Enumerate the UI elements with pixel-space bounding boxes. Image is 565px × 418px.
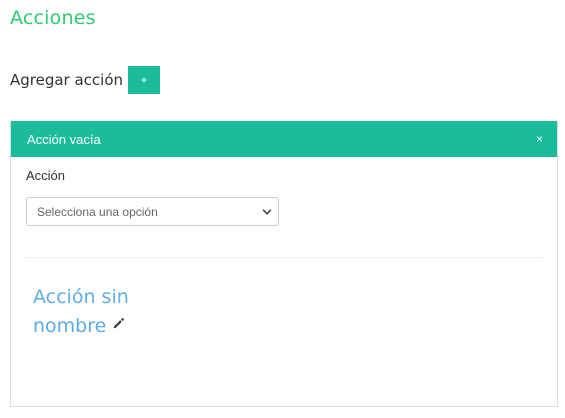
action-panel: Acción vacía × Acción Selecciona una opc… — [10, 121, 558, 407]
divider — [26, 257, 543, 258]
add-action-row: Agregar acción + — [10, 66, 161, 94]
action-select[interactable]: Selecciona una opción — [26, 197, 279, 226]
action-select-value: Selecciona una opción — [37, 204, 158, 219]
action-name: Acción sin nombre — [33, 283, 173, 341]
action-field-label: Acción — [26, 168, 66, 183]
pencil-icon[interactable] — [112, 317, 125, 330]
panel-header: Acción vacía × — [11, 121, 557, 157]
chevron-down-icon — [262, 208, 272, 215]
panel-title: Acción vacía — [27, 131, 101, 147]
section-title: Acciones — [10, 7, 96, 29]
add-action-button[interactable]: + — [128, 66, 161, 94]
close-icon[interactable]: × — [536, 133, 543, 145]
add-action-label: Agregar acción — [10, 71, 124, 89]
